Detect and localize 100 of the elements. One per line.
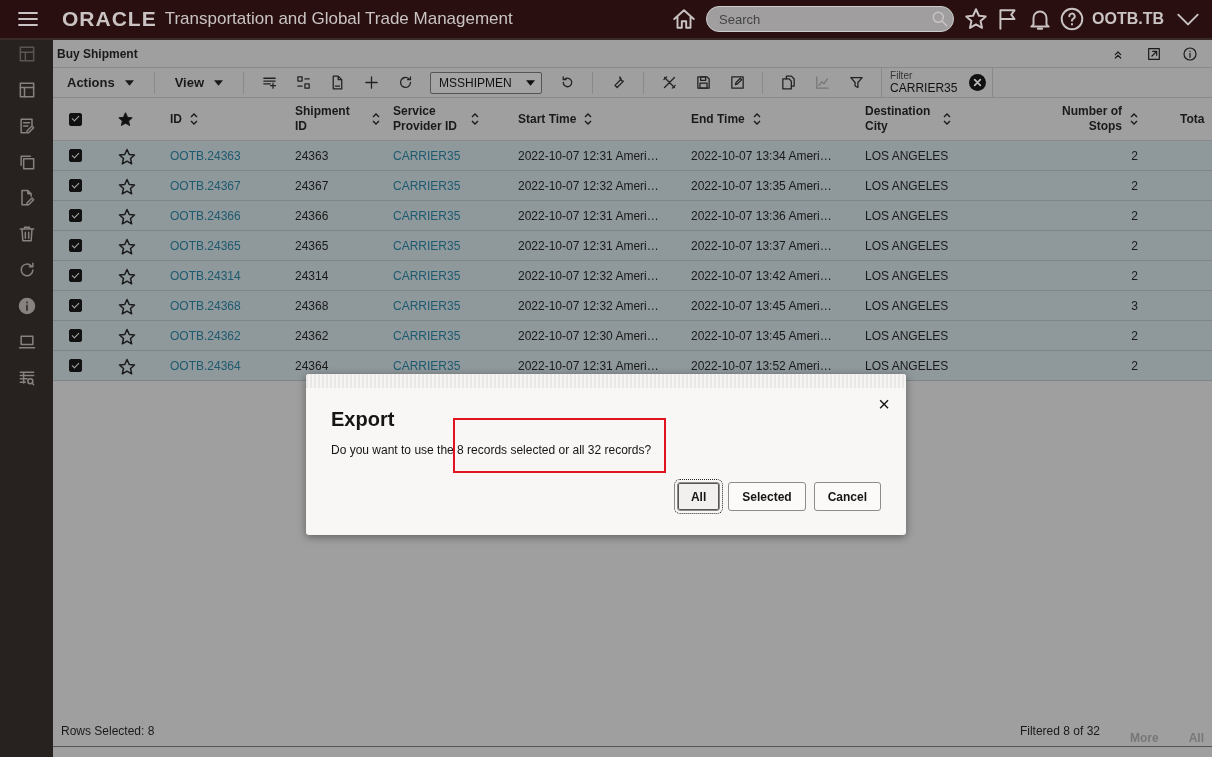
star-icon[interactable] [117,237,137,257]
row-checkbox[interactable] [69,179,82,192]
sort-icon[interactable] [584,113,593,125]
dialog-button[interactable]: All [676,482,721,511]
table-cell-text: 2 [1130,208,1139,223]
table-cell-text: 24363 [294,148,330,163]
star-icon[interactable] [117,110,134,128]
home-icon[interactable] [671,6,697,32]
star-icon[interactable] [117,207,137,227]
edit-icon[interactable] [728,74,746,91]
table-cell-text: 24314 [294,268,330,283]
clear-icon[interactable] [969,74,987,91]
table-link[interactable]: CARRIER35 [380,358,505,373]
table-link[interactable]: CARRIER35 [380,298,505,313]
star-icon[interactable] [117,147,137,167]
saved-query-dropdown[interactable]: MSSHIPMEN [430,71,543,94]
star-icon[interactable] [117,177,137,197]
table-cell-text: 2022-10-07 13:52 Ameri… [690,358,833,373]
row-checkbox[interactable] [69,299,82,312]
column-header[interactable]: End Time [691,111,745,127]
user-name[interactable]: OOTB.TB [1092,10,1164,28]
filter-icon[interactable] [847,74,865,91]
table-cell-text: 2022-10-07 13:45 Ameri… [690,328,833,343]
row-checkbox[interactable] [69,239,82,252]
table-cell-text: 24362 [294,328,330,343]
sort-icon[interactable] [943,113,951,125]
table-cell-text: 2022-10-07 13:42 Ameri… [690,268,833,283]
table-cell-text: 2022-10-07 13:34 Ameri… [690,148,833,163]
sort-icon[interactable] [190,113,198,125]
star-icon[interactable] [117,297,137,317]
row-checkbox[interactable] [69,329,82,342]
search-field[interactable]: Search [706,6,954,32]
sort-icon[interactable] [1130,113,1138,125]
table-cell-text: LOS ANGELES [864,238,950,253]
dialog-button[interactable]: Cancel [813,482,881,511]
row-checkbox[interactable] [69,269,82,282]
copy-document-icon[interactable] [779,74,797,91]
table-cell-text: LOS ANGELES [864,268,950,283]
star-icon[interactable] [117,267,137,287]
dialog-message: Do you want to use the 8 records selected or all 32 records? [331,443,653,457]
table-cell-text: 2022-10-07 12:31 Ameri… [517,238,660,253]
sort-icon[interactable] [372,113,380,125]
table-cell-text: 24366 [294,208,330,223]
table-link[interactable]: OOTB.24364 [157,358,282,373]
row-checkbox[interactable] [69,149,82,162]
table-cell-text: 2022-10-07 12:32 Ameri… [517,268,660,283]
table-cell-text: 2022-10-07 13:37 Ameri… [690,238,833,253]
menu-button[interactable]: View [164,69,234,96]
table-link[interactable]: CARRIER35 [380,268,505,283]
table-cell-text: 2022-10-07 12:32 Ameri… [517,178,660,193]
help-icon[interactable] [1059,6,1085,32]
row-checkbox[interactable] [69,209,82,222]
laptop-icon[interactable] [16,332,37,352]
table-cell-text: 2022-10-07 13:36 Ameri… [690,208,833,223]
table-cell-text: 2022-10-07 12:31 Ameri… [517,358,660,373]
sort-icon[interactable] [471,113,479,125]
group-icon[interactable] [294,74,312,91]
column-header[interactable]: Start Time [518,111,577,127]
table-cell-text: 24368 [294,298,330,313]
table-link[interactable]: CARRIER35 [380,238,505,253]
column-header[interactable]: Shipment ID [295,104,364,134]
star-icon[interactable] [963,6,989,32]
select-all-checkbox[interactable] [69,112,82,126]
table-cell-text: 2 [1130,148,1139,163]
column-header[interactable]: Service Provider ID [393,104,463,134]
table-link[interactable]: OOTB.24367 [157,178,282,193]
add-icon[interactable] [362,74,380,91]
table-link[interactable]: OOTB.24363 [157,148,282,163]
table-link[interactable]: CARRIER35 [380,178,505,193]
row-checkbox[interactable] [69,359,82,372]
table-link[interactable]: OOTB.24362 [157,328,282,343]
dialog-button[interactable]: Selected [728,482,806,511]
table-link[interactable]: CARRIER35 [380,328,505,343]
column-header[interactable]: ID [170,111,182,127]
column-header[interactable]: Destination City [865,104,935,134]
sort-icon[interactable] [752,113,761,125]
product-title: Transportation and Global Trade Management [164,9,513,29]
filter-field[interactable]: Filter CARRIER35 [881,68,994,97]
star-icon[interactable] [117,327,137,347]
info-icon[interactable] [16,296,37,316]
star-icon[interactable] [117,357,137,377]
tools-icon[interactable] [660,74,678,91]
table-link[interactable]: OOTB.24314 [157,268,282,283]
menu-button[interactable]: Actions [57,69,144,96]
table-link[interactable]: OOTB.24366 [157,208,282,223]
save-icon[interactable] [694,74,712,91]
table-link[interactable]: CARRIER35 [380,208,505,223]
table-link[interactable]: CARRIER35 [380,148,505,163]
open-external-icon[interactable] [1146,45,1162,62]
table-link[interactable]: OOTB.24368 [157,298,282,313]
close-button[interactable]: × [876,394,892,414]
column-header[interactable]: Number of Stops [1052,104,1122,134]
column-header[interactable]: Tota [1180,111,1205,127]
table-link[interactable]: OOTB.24365 [157,238,282,253]
table-cell-text: 2022-10-07 12:32 Ameri… [517,298,660,313]
info-icon[interactable] [1182,45,1198,62]
caret-icon [214,79,224,86]
table-cell-text: 24367 [294,178,330,193]
table-cell-text: 2 [1130,358,1139,373]
page-title: Buy Shipment [57,46,138,61]
